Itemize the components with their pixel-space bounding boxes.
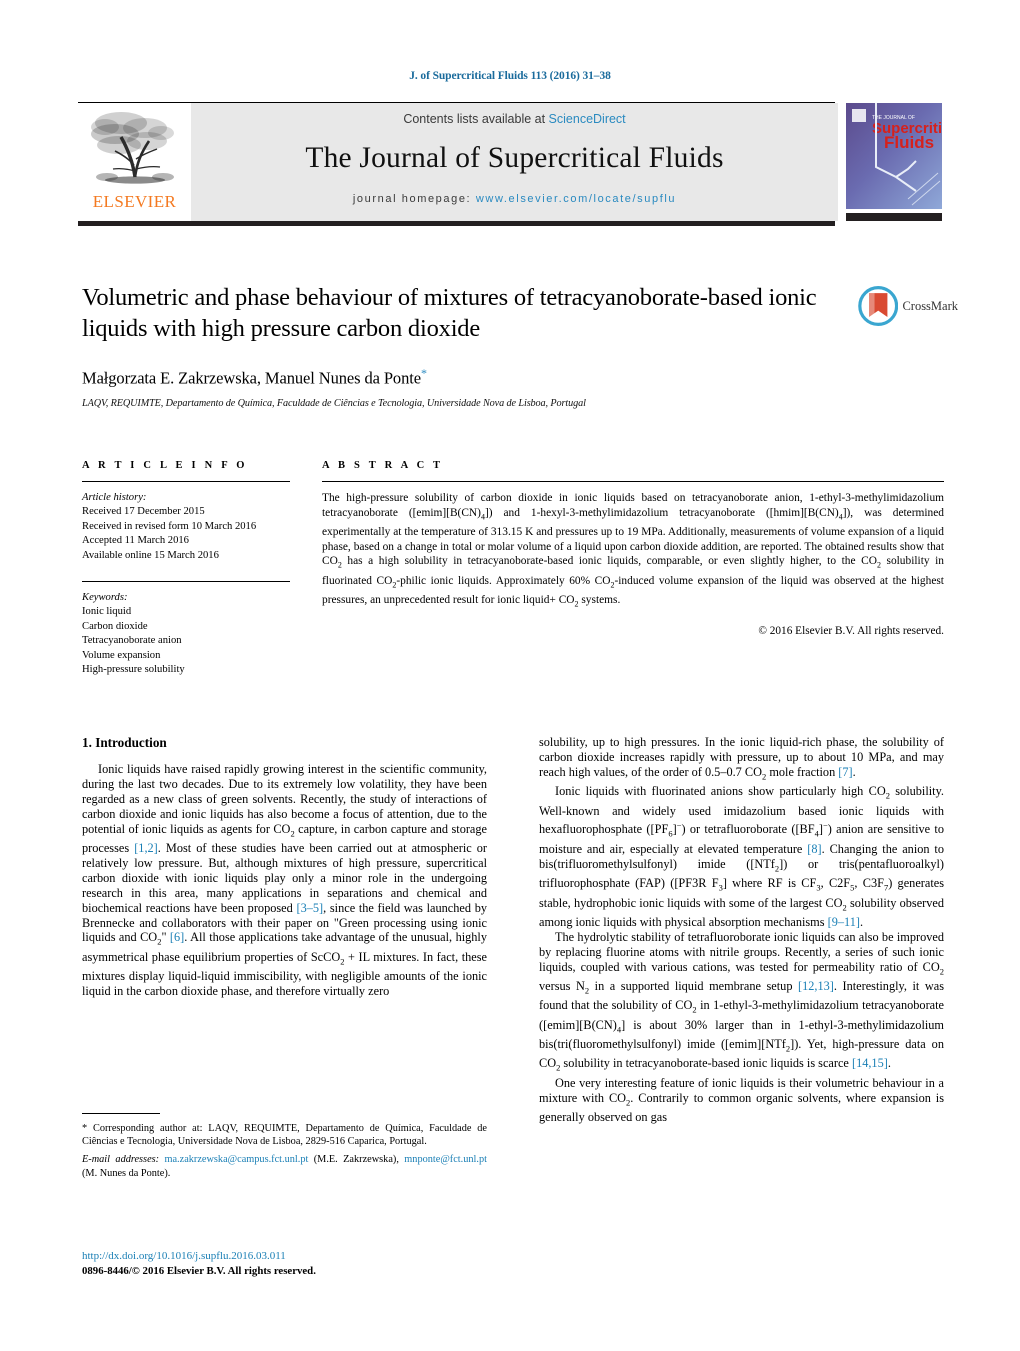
crossmark-icon [858, 286, 899, 326]
body-paragraph: solubility, up to high pressures. In the… [539, 735, 944, 782]
elsevier-logo: ELSEVIER [78, 103, 191, 221]
journal-homepage-link[interactable]: www.elsevier.com/locate/supflu [476, 193, 676, 205]
email-link-secondary[interactable]: mnponte@fct.unl.pt [404, 1154, 487, 1165]
abstract-column: A B S T R A C T The high-pressure solubi… [322, 460, 944, 677]
article-history-label: Article history: [82, 492, 147, 503]
article-page: J. of Supercritical Fluids 113 (2016) 31… [0, 0, 1020, 1351]
doi-link[interactable]: http://dx.doi.org/10.1016/j.supflu.2016.… [82, 1249, 512, 1264]
abstract-divider [322, 481, 944, 482]
journal-title: The Journal of Supercritical Fluids [305, 142, 724, 174]
cover-image: THE JOURNAL OF Supercritical Fluids [846, 103, 963, 221]
footnote-block: * Corresponding author at: LAQV, REQUIMT… [82, 1113, 487, 1180]
masthead-center-band: Contents lists available at ScienceDirec… [191, 103, 838, 221]
article-history-item: Received in revised form 10 March 2016 [82, 520, 257, 532]
journal-homepage-line: journal homepage: www.elsevier.com/locat… [353, 193, 676, 205]
doi-issn-block: http://dx.doi.org/10.1016/j.supflu.2016.… [82, 1249, 512, 1278]
keyword-item: Carbon dioxide [82, 620, 148, 632]
author-names: Małgorzata E. Zakrzewska, Manuel Nunes d… [82, 368, 421, 388]
info-abstract-region: A R T I C L E I N F O Article history: R… [82, 460, 944, 677]
body-paragraph: The hydrolytic stability of tetrafluorob… [539, 929, 945, 1073]
elsevier-wordmark: ELSEVIER [92, 192, 177, 211]
body-paragraph: One very interesting feature of ionic li… [539, 1075, 944, 1125]
email-owner-secondary: (M. Nunes da Ponte). [82, 1167, 171, 1179]
abstract-copyright: © 2016 Elsevier B.V. All rights reserved… [758, 624, 944, 637]
keywords-divider [82, 581, 290, 583]
article-history-item: Accepted 11 March 2016 [82, 535, 189, 547]
page-title: Volumetric and phase behaviour of mixtur… [82, 284, 817, 342]
masthead-bottom-rule [78, 221, 835, 226]
email-addresses-label: E-mail addresses: [82, 1154, 160, 1166]
issn-copyright-line: 0896-8446/© 2016 Elsevier B.V. All right… [82, 1264, 316, 1277]
abstract-text: The high-pressure solubility of carbon d… [322, 492, 944, 608]
article-info-heading: A R T I C L E I N F O [82, 460, 248, 471]
sciencedirect-link[interactable]: ScienceDirect [549, 112, 626, 126]
footnote-rule [82, 1113, 160, 1114]
body-column-left: 1. Introduction Ionic liquids have raise… [82, 735, 487, 1125]
title-block: Volumetric and phase behaviour of mixtur… [82, 282, 852, 409]
homepage-prefix: journal homepage: [352, 193, 476, 205]
affiliation: LAQV, REQUIMTE, Departamento de Química,… [82, 397, 586, 409]
email-owner-primary: (M.E. Zakrzewska), [313, 1154, 399, 1166]
corresponding-author-marker: * [420, 366, 427, 380]
keyword-item: Ionic liquid [82, 606, 132, 618]
email-link-primary[interactable]: ma.zakrzewska@campus.fct.unl.pt [164, 1154, 308, 1165]
abstract-heading: A B S T R A C T [322, 460, 444, 471]
corresponding-author-note: * Corresponding author at: LAQV, REQUIMT… [82, 1123, 487, 1148]
journal-masthead: ELSEVIER Contents lists available at Sci… [78, 102, 963, 226]
article-info-column: A R T I C L E I N F O Article history: R… [82, 460, 290, 677]
article-history-item: Available online 15 March 2016 [82, 549, 219, 561]
keyword-item: Volume expansion [82, 649, 161, 661]
keyword-item: Tetracyanoborate anion [82, 635, 182, 647]
body-paragraph: Ionic liquids have raised rapidly growin… [82, 762, 488, 999]
journal-cover-thumbnail: THE JOURNAL OF Supercritical Fluids [846, 103, 963, 221]
email-note: E-mail addresses: ma.zakrzewska@campus.f… [82, 1153, 487, 1179]
keywords-label: Keywords: [82, 592, 128, 604]
section-heading-introduction: 1. Introduction [82, 735, 167, 750]
crossmark-label: CrossMark [902, 298, 958, 313]
contents-available-line: Contents lists available at ScienceDirec… [403, 112, 625, 126]
body-paragraph: Ionic liquids with fluorinated anions sh… [539, 784, 944, 929]
svg-text:Fluids: Fluids [884, 133, 934, 152]
crossmark-badge[interactable]: CrossMark [858, 283, 958, 329]
running-head: J. of Supercritical Fluids 113 (2016) 31… [409, 70, 611, 82]
author-list: Małgorzata E. Zakrzewska, Manuel Nunes d… [82, 366, 852, 389]
body-columns: 1. Introduction Ionic liquids have raise… [82, 735, 944, 1125]
keyword-item: High-pressure solubility [82, 664, 185, 676]
body-column-right: solubility, up to high pressures. In the… [539, 735, 944, 1125]
contents-prefix: Contents lists available at [403, 112, 549, 126]
article-info-divider [82, 481, 290, 482]
article-history-item: Received 17 December 2015 [82, 506, 205, 518]
elsevier-tree-icon [90, 112, 174, 184]
